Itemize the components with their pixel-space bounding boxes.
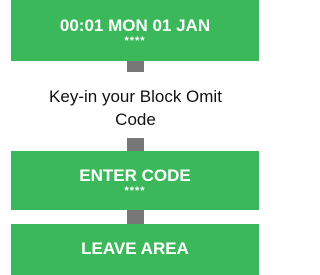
masked-code-text: **** — [124, 35, 146, 47]
leave-area-step: LEAVE AREA — [11, 224, 259, 275]
flow-connector — [127, 138, 144, 151]
enter-code-step: ENTER CODE **** — [11, 151, 259, 210]
enter-code-label: ENTER CODE — [79, 166, 191, 185]
keypad-display-box: 00:01 MON 01 JAN **** — [11, 0, 259, 61]
flow-connector — [127, 210, 144, 224]
time-date-text: 00:01 MON 01 JAN — [59, 16, 211, 35]
leave-area-label: LEAVE AREA — [81, 239, 189, 258]
flow-connector — [127, 61, 144, 72]
masked-code-text: **** — [124, 185, 146, 197]
block-omit-prompt: Key-in your Block Omit Code — [49, 87, 222, 129]
